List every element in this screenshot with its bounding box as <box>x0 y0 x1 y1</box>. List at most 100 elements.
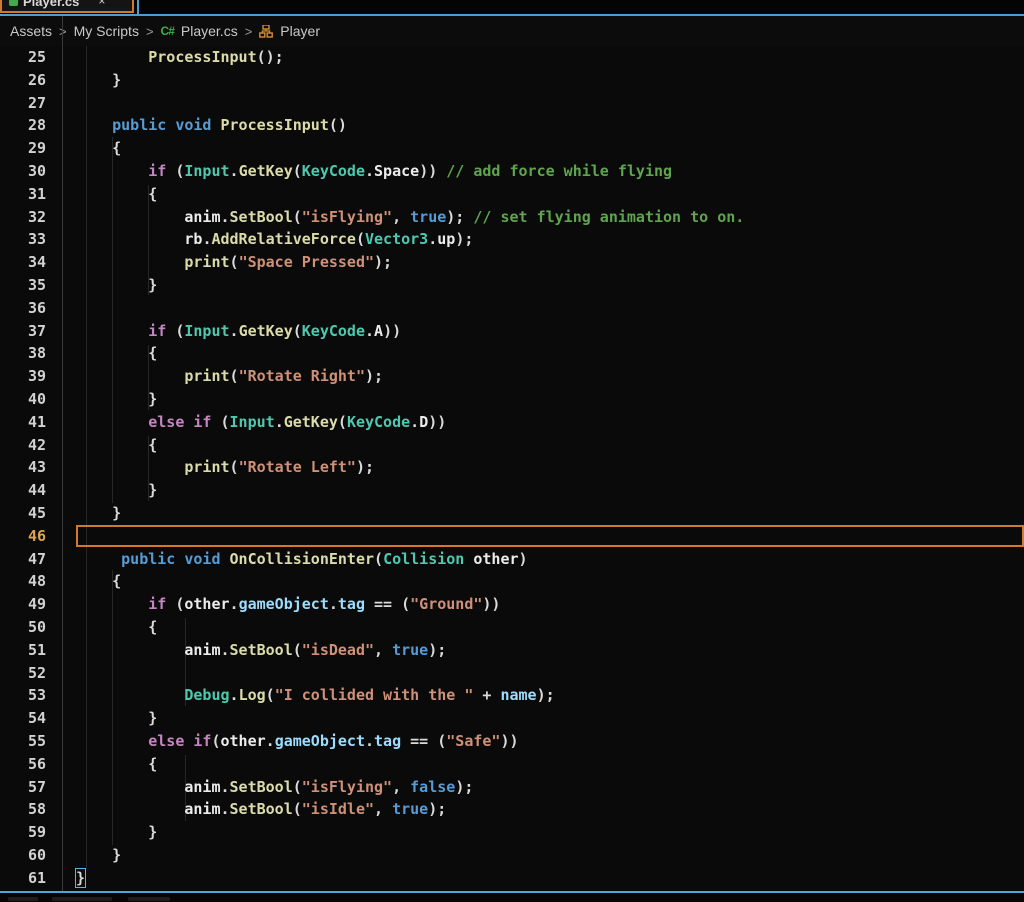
code-token: ( <box>355 230 365 249</box>
tab-divider <box>137 0 139 14</box>
code-line[interactable]: 37 if (Input.GetKey(KeyCode.A)) <box>0 320 1024 343</box>
code-line[interactable]: 43 print("Rotate Left"); <box>0 456 1024 479</box>
code-token: up <box>437 230 456 249</box>
code-token: ( <box>229 253 239 272</box>
line-number: 31 <box>27 184 46 203</box>
code-line[interactable]: 61} <box>0 867 1024 890</box>
tab-player-cs[interactable]: Player.cs × <box>0 0 134 13</box>
code-line[interactable]: 34 print("Space Pressed"); <box>0 251 1024 274</box>
breadcrumb-player-class[interactable]: Player <box>280 23 320 39</box>
code-line[interactable]: 28 public void ProcessInput() <box>0 114 1024 137</box>
line-number: 26 <box>27 70 46 89</box>
code-line[interactable]: 25 ProcessInput(); <box>0 46 1024 69</box>
line-number: 51 <box>27 640 46 659</box>
code-line[interactable]: 35 } <box>0 274 1024 297</box>
code-line[interactable]: 29 { <box>0 137 1024 160</box>
code-token: ); <box>455 777 474 796</box>
code-line[interactable]: 42 { <box>0 434 1024 457</box>
code-token: ); <box>455 230 474 249</box>
code-text: Debug.Log("I collided with the " + name)… <box>62 684 1024 707</box>
code-token: , <box>392 207 411 226</box>
code-text: } <box>62 707 1024 730</box>
code-line[interactable]: 38 { <box>0 342 1024 365</box>
code-line[interactable]: 31 { <box>0 183 1024 206</box>
code-line[interactable]: 55 else if(other.gameObject.tag == ("Saf… <box>0 730 1024 753</box>
code-line[interactable]: 30 if (Input.GetKey(KeyCode.Space)) // a… <box>0 160 1024 183</box>
code-token: other <box>184 595 230 614</box>
code-line[interactable]: 57 anim.SetBool("isFlying", false); <box>0 776 1024 799</box>
code-line[interactable]: 54 } <box>0 707 1024 730</box>
code-token: if <box>148 321 167 340</box>
cutoff-text-fragment <box>8 897 38 901</box>
code-token: // set flying animation to on. <box>473 207 745 226</box>
code-text: anim.SetBool("isFlying", true); // set f… <box>62 206 1024 229</box>
code-token: { <box>76 572 122 591</box>
code-token: . <box>428 230 438 249</box>
code-text: } <box>62 69 1024 92</box>
breadcrumb-my-scripts[interactable]: My Scripts <box>74 23 139 39</box>
code-line[interactable]: 49 if (other.gameObject.tag == ("Ground"… <box>0 593 1024 616</box>
code-line[interactable]: 56 { <box>0 753 1024 776</box>
code-line[interactable]: 32 anim.SetBool("isFlying", true); // se… <box>0 206 1024 229</box>
code-line[interactable]: 36 <box>0 297 1024 320</box>
code-line[interactable]: 52 <box>0 662 1024 685</box>
line-number: 34 <box>27 253 46 272</box>
code-text: } <box>62 479 1024 502</box>
line-number: 42 <box>27 435 46 454</box>
code-token: rb <box>184 230 203 249</box>
code-token: ( <box>292 800 302 819</box>
code-token: ); <box>536 686 555 705</box>
code-line[interactable]: 50 { <box>0 616 1024 639</box>
code-token: "Rotate Right" <box>238 367 365 386</box>
code-token: == ( <box>401 731 447 750</box>
code-line[interactable]: 26 } <box>0 69 1024 92</box>
code-token: . <box>220 800 230 819</box>
code-text: print("Rotate Left"); <box>62 456 1024 479</box>
code-line[interactable]: 27 <box>0 92 1024 115</box>
code-text: anim.SetBool("isDead", true); <box>62 639 1024 662</box>
code-line[interactable]: 44 } <box>0 479 1024 502</box>
code-line[interactable]: 59 } <box>0 821 1024 844</box>
code-line[interactable]: 39 print("Rotate Right"); <box>0 365 1024 388</box>
code-line[interactable]: 40 } <box>0 388 1024 411</box>
code-line[interactable]: 51 anim.SetBool("isDead", true); <box>0 639 1024 662</box>
close-icon[interactable]: × <box>98 0 105 8</box>
code-token: GetKey <box>238 321 293 340</box>
csharp-file-icon: C# <box>160 24 175 38</box>
code-token: name <box>500 686 537 705</box>
code-line[interactable]: 53 Debug.Log("I collided with the " + na… <box>0 684 1024 707</box>
code-line[interactable]: 45 } <box>0 502 1024 525</box>
code-token: SetBool <box>229 777 293 796</box>
code-token: . <box>229 595 239 614</box>
code-token: . <box>220 640 230 659</box>
bottom-strip <box>0 893 1024 902</box>
code-line[interactable]: 60 } <box>0 844 1024 867</box>
code-text: print("Space Pressed"); <box>62 251 1024 274</box>
code-token: Vector3 <box>365 230 429 249</box>
code-token: } <box>76 503 122 522</box>
breadcrumb-assets[interactable]: Assets <box>10 23 52 39</box>
code-text: } <box>62 844 1024 867</box>
code-line[interactable]: 41 else if (Input.GetKey(KeyCode.D)) <box>0 411 1024 434</box>
breadcrumb-player-cs[interactable]: Player.cs <box>181 23 238 39</box>
line-number: 36 <box>27 298 46 317</box>
code-line[interactable]: 47 public void OnCollisionEnter(Collisio… <box>0 548 1024 571</box>
code-text: if (Input.GetKey(KeyCode.A)) <box>62 320 1024 343</box>
code-text: else if (Input.GetKey(KeyCode.D)) <box>62 411 1024 434</box>
code-text: { <box>62 183 1024 206</box>
code-editor[interactable]: 25 ProcessInput(); 26 } 27 28 public void P… <box>0 46 1024 891</box>
code-line[interactable]: 58 anim.SetBool("isIdle", true); <box>0 798 1024 821</box>
code-token: } <box>76 70 122 89</box>
code-token: )) <box>419 161 447 180</box>
code-token: } <box>76 823 158 842</box>
code-line[interactable]: 46 <box>0 524 1024 548</box>
line-number: 57 <box>27 777 46 796</box>
code-line[interactable]: 48 { <box>0 570 1024 593</box>
line-number: 54 <box>27 709 46 728</box>
line-number: 49 <box>27 595 46 614</box>
code-text: } <box>62 867 1024 890</box>
line-number: 45 <box>27 503 46 522</box>
code-line[interactable]: 33 rb.AddRelativeForce(Vector3.up); <box>0 228 1024 251</box>
